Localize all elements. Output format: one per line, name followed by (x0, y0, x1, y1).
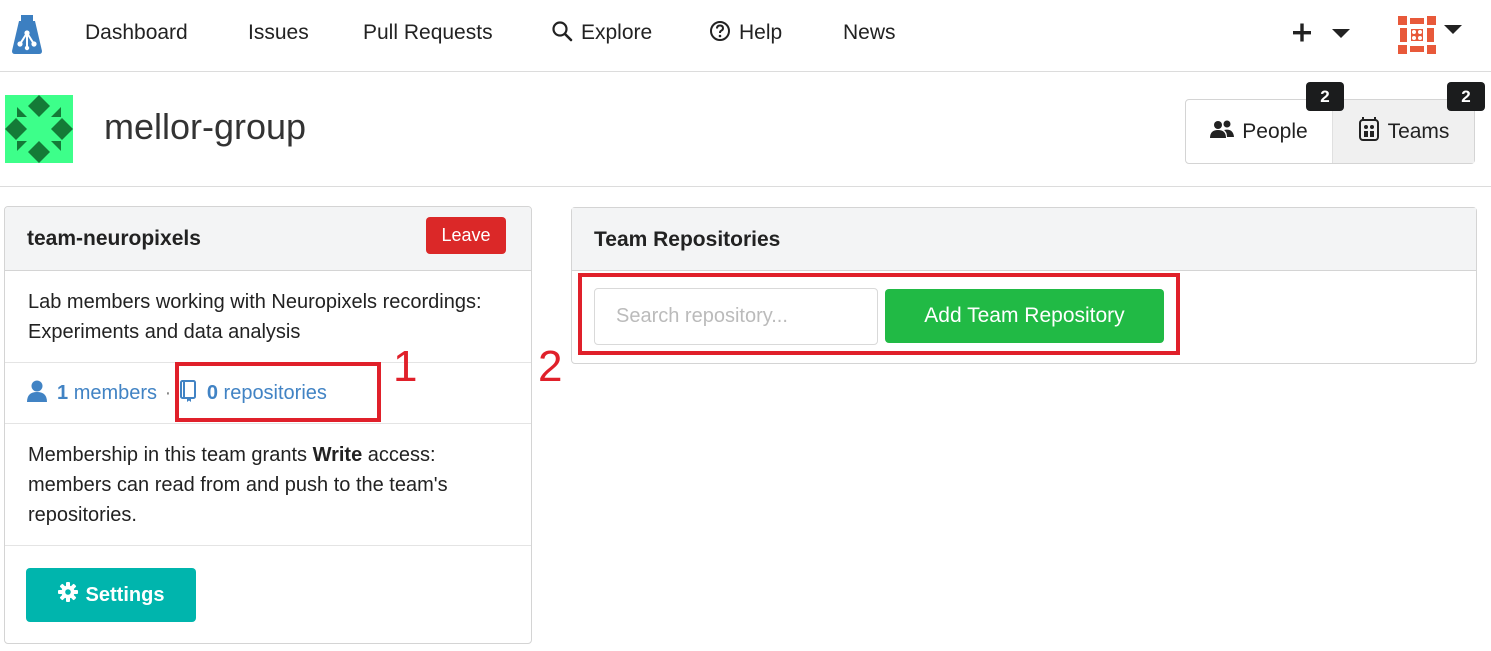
org-name: mellor-group (104, 106, 307, 147)
user-avatar (1398, 16, 1436, 54)
leave-button[interactable]: Leave (426, 217, 506, 254)
divider (5, 545, 531, 546)
team-card-header: team-neuropixels Leave (5, 207, 531, 271)
people-count-badge: 2 (1306, 82, 1344, 111)
settings-label: Settings (85, 583, 165, 606)
annotation-label-2: 2 (538, 342, 563, 391)
top-navbar: Dashboard Issues Pull Requests Explore H… (0, 0, 1491, 72)
nav-news[interactable]: News (843, 20, 896, 46)
settings-button[interactable]: Settings (26, 568, 196, 622)
access-level: Write (312, 444, 363, 466)
caret-down-icon (1444, 25, 1462, 34)
nav-pull-requests-label: Pull Requests (363, 21, 493, 44)
team-name: team-neuropixels (27, 227, 201, 250)
access-prefix: Membership in this team grants (28, 444, 313, 466)
team-repositories-title: Team Repositories (594, 228, 781, 251)
caret-down-icon (1332, 29, 1350, 38)
gitea-logo-icon[interactable] (8, 13, 46, 55)
header-divider (0, 186, 1491, 187)
nav-issues[interactable]: Issues (248, 20, 309, 46)
divider (5, 423, 531, 424)
nav-pull-requests[interactable]: Pull Requests (363, 20, 493, 46)
teams-icon (1358, 116, 1380, 147)
nav-explore[interactable]: Explore (551, 20, 652, 49)
nav-issues-label: Issues (248, 21, 309, 44)
teams-count-badge: 2 (1447, 82, 1485, 111)
annotation-box-2 (578, 273, 1180, 355)
gear-icon (57, 582, 78, 608)
plus-icon (1293, 23, 1311, 42)
org-avatar (5, 95, 73, 163)
team-card: team-neuropixels Leave Lab members worki… (4, 206, 532, 644)
members-count: 1 (57, 382, 69, 404)
team-description: Lab members working with Neuropixels rec… (28, 291, 482, 343)
people-icon (1210, 119, 1235, 145)
annotation-label-1: 1 (393, 342, 418, 391)
members-label: members (73, 382, 158, 404)
nav-explore-label: Explore (581, 21, 653, 44)
help-circle-icon (709, 20, 731, 49)
nav-dashboard[interactable]: Dashboard (85, 20, 188, 46)
members-link[interactable]: 1 members (27, 380, 163, 404)
access-description: Membership in this team grants Write acc… (28, 440, 518, 530)
user-icon (27, 380, 47, 410)
nav-news-label: News (843, 21, 896, 44)
create-new-menu[interactable] (1290, 18, 1354, 48)
nav-help-label: Help (739, 21, 783, 44)
nav-dashboard-label: Dashboard (85, 21, 188, 44)
tab-people-label: People (1242, 119, 1308, 143)
tab-teams-label: Teams (1387, 119, 1450, 143)
team-repositories-header: Team Repositories (572, 208, 1476, 271)
annotation-box-1 (175, 362, 381, 422)
user-avatar-menu[interactable] (1396, 14, 1466, 56)
separator-dot: · (164, 382, 172, 404)
search-icon (551, 20, 573, 49)
nav-help[interactable]: Help (709, 20, 782, 49)
